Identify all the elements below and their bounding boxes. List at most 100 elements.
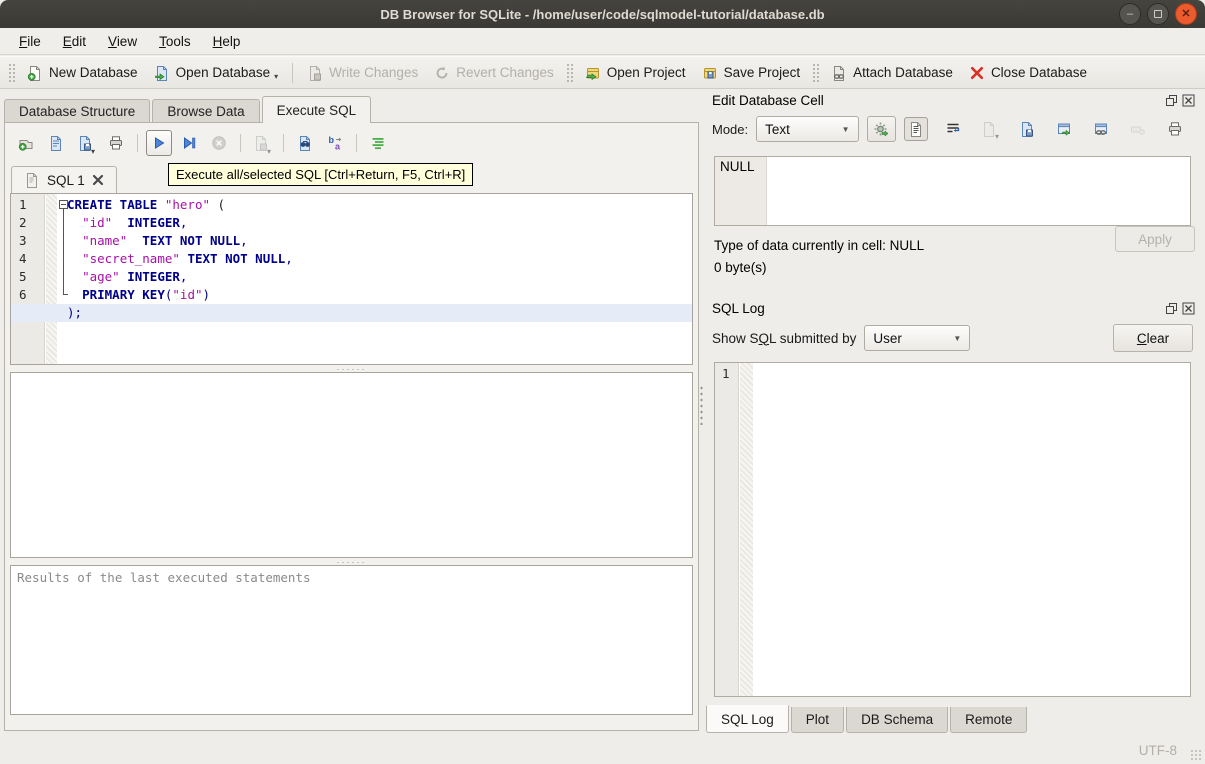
execute-tooltip: Execute all/selected SQL [Ctrl+Return, F…	[168, 163, 474, 186]
open-external-button[interactable]	[1052, 117, 1076, 141]
print-button[interactable]	[103, 130, 129, 156]
export-data-button[interactable]	[1015, 117, 1039, 141]
toolbar-handle[interactable]	[8, 62, 15, 83]
execute-all-button[interactable]	[146, 130, 172, 156]
svg-text:a: a	[335, 142, 341, 152]
dock-tab-db-schema[interactable]: DB Schema	[846, 707, 949, 733]
tab-database-structure[interactable]: Database Structure	[4, 99, 151, 123]
menu-tools[interactable]: Tools	[150, 30, 200, 53]
save-sql-button[interactable]: ▾	[73, 130, 99, 156]
open-sql-button[interactable]	[43, 130, 69, 156]
word-wrap-button[interactable]	[941, 117, 965, 141]
text-mode-button[interactable]	[904, 117, 928, 141]
set-null-icon	[1130, 121, 1146, 137]
dropdown-caret-icon[interactable]: ▾	[995, 132, 999, 141]
svg-text:b: b	[329, 135, 335, 145]
log-filter-row: Show SQL submitted by User ▼ Clear	[706, 320, 1199, 356]
maximize-icon[interactable]	[1147, 3, 1169, 25]
new-database-button[interactable]: New Database	[19, 60, 146, 86]
float-dock-icon[interactable]	[1164, 93, 1178, 107]
tab-execute-sql[interactable]: Execute SQL	[261, 96, 372, 123]
replace-button[interactable]: ba	[322, 130, 348, 156]
log-filter-value: User	[873, 330, 902, 346]
auto-switch-mode-button[interactable]	[866, 116, 896, 142]
save-project-icon	[702, 65, 718, 81]
vertical-splitter[interactable]	[699, 385, 705, 425]
menu-view[interactable]: View	[99, 30, 146, 53]
cell-value-editor[interactable]: NULL	[714, 156, 1191, 226]
close-database-icon	[969, 65, 985, 81]
dock-tab-plot[interactable]: Plot	[790, 707, 845, 733]
stop-button[interactable]	[206, 130, 232, 156]
code-line-6: PRIMARY KEY("id")	[82, 287, 211, 302]
revert-changes-label: Revert Changes	[456, 65, 554, 80]
float-dock-icon[interactable]	[1164, 301, 1178, 315]
write-changes-button[interactable]: Write Changes	[299, 60, 426, 86]
status-bar: UTF-8	[0, 735, 1205, 764]
dock-tab-sql-log[interactable]: SQL Log	[706, 705, 789, 733]
execute-line-button[interactable]	[176, 130, 202, 156]
mode-select[interactable]: Text ▼	[756, 116, 859, 142]
format-icon	[370, 135, 386, 151]
stop-icon	[211, 135, 227, 151]
toolbar-handle[interactable]	[565, 62, 573, 83]
clear-button[interactable]: Clear	[1113, 324, 1193, 352]
title-bar[interactable]: DB Browser for SQLite - /home/user/code/…	[0, 0, 1205, 28]
set-null-button[interactable]	[1126, 117, 1150, 141]
splitter-editor-grid[interactable]: ······	[5, 364, 698, 373]
resize-grip[interactable]	[1190, 749, 1202, 761]
tab-browse-data[interactable]: Browse Data	[152, 99, 260, 123]
open-sql-icon	[48, 135, 64, 151]
link-icon	[1093, 121, 1109, 137]
attach-database-button[interactable]: Attach Database	[823, 60, 961, 86]
execute-line-icon	[181, 135, 197, 151]
sql-document-icon	[24, 172, 40, 188]
sql-file-tab[interactable]: SQL 1	[11, 166, 117, 193]
sql-editor[interactable]: 1234567 CREATE TABLE "hero" ( "id" INTEG…	[10, 193, 693, 365]
fold-rail	[63, 209, 68, 295]
close-dock-icon[interactable]	[1181, 93, 1195, 107]
right-dock-area: Edit Database Cell Mode: Text ▼ ▾ NULL T…	[706, 88, 1199, 735]
apply-button[interactable]: Apply	[1115, 226, 1195, 252]
open-project-button[interactable]: Open Project	[577, 60, 694, 86]
close-icon[interactable]: ✕	[1175, 3, 1197, 25]
encoding-label: UTF-8	[1138, 743, 1177, 758]
tab-close-icon[interactable]	[92, 174, 104, 186]
cell-value: NULL	[720, 159, 755, 174]
link-button[interactable]	[1089, 117, 1113, 141]
fold-collapse-icon[interactable]	[59, 200, 68, 209]
cell-toolbar: ▾	[904, 117, 1193, 141]
toolbar-handle[interactable]	[812, 62, 820, 83]
log-filter-select[interactable]: User ▼	[864, 325, 971, 351]
save-results-button[interactable]: ▾	[249, 130, 275, 156]
window-title: DB Browser for SQLite - /home/user/code/…	[380, 6, 825, 22]
print-cell-button[interactable]	[1163, 117, 1187, 141]
dropdown-caret-icon[interactable]: ▾	[267, 147, 271, 156]
menu-help[interactable]: Help	[204, 30, 250, 53]
menu-bar: File Edit View Tools Help	[0, 28, 1205, 55]
code-line-1: CREATE TABLE "hero" (	[67, 197, 226, 212]
dock-tab-remote[interactable]: Remote	[950, 707, 1028, 733]
replace-icon: ba	[327, 135, 343, 152]
minimize-icon[interactable]: –	[1119, 3, 1141, 25]
import-data-button[interactable]: ▾	[978, 117, 1002, 141]
tab-new-button[interactable]	[13, 130, 39, 156]
format-button[interactable]	[365, 130, 391, 156]
menu-edit[interactable]: Edit	[54, 30, 95, 53]
find-button[interactable]	[292, 130, 318, 156]
close-database-button[interactable]: Close Database	[961, 60, 1095, 86]
sql-log-editor[interactable]: 1	[714, 362, 1191, 697]
close-dock-icon[interactable]	[1181, 301, 1195, 315]
save-project-button[interactable]: Save Project	[694, 60, 809, 86]
revert-changes-button[interactable]: Revert Changes	[426, 60, 562, 86]
window-controls: – ✕	[1119, 3, 1197, 25]
menu-file[interactable]: File	[10, 30, 50, 53]
attach-database-label: Attach Database	[853, 65, 953, 80]
open-database-button[interactable]: Open Database ▾	[146, 60, 287, 86]
splitter-grid-results[interactable]: ······	[5, 557, 698, 566]
edit-cell-title: Edit Database Cell	[712, 92, 824, 108]
chevron-down-icon: ▼	[841, 124, 850, 134]
dropdown-caret-icon[interactable]: ▾	[274, 72, 278, 81]
dropdown-caret-icon[interactable]: ▾	[91, 147, 95, 156]
save-project-label: Save Project	[723, 65, 801, 80]
